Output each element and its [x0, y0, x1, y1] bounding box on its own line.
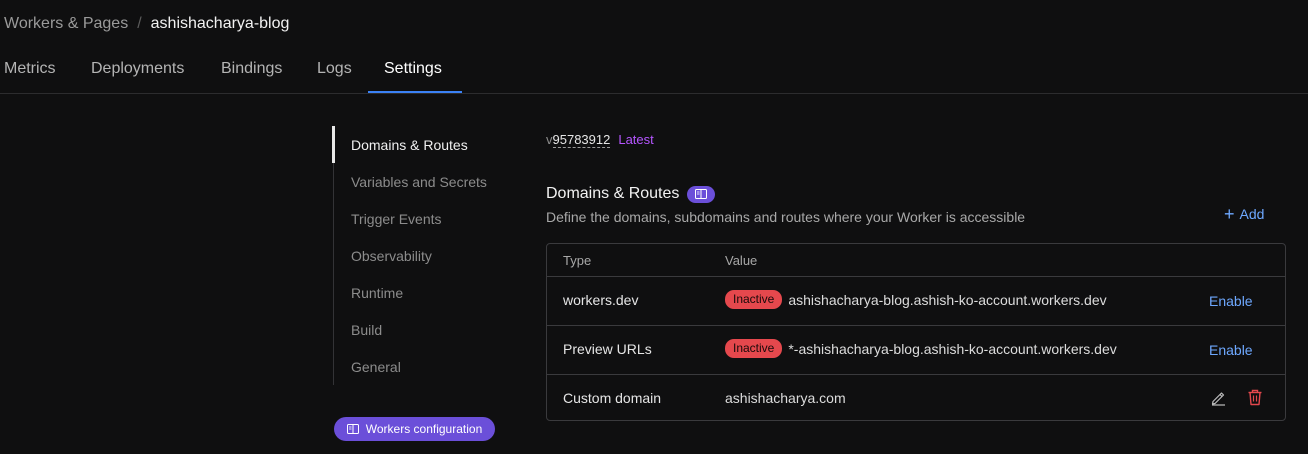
- delete-custom-domain-button[interactable]: [1247, 389, 1263, 406]
- status-badge: Inactive: [725, 339, 783, 358]
- tab-metrics[interactable]: Metrics: [4, 60, 56, 78]
- active-tab-indicator: [368, 91, 462, 93]
- row-value-text: *-ashishacharya-blog.ashish-ko-account.w…: [788, 340, 1117, 357]
- docs-badge[interactable]: [687, 185, 716, 203]
- book-icon: [695, 189, 708, 199]
- tab-deployments[interactable]: Deployments: [91, 60, 184, 78]
- row-type: Custom domain: [563, 390, 662, 406]
- sidenav-item-variables-secrets[interactable]: Variables and Secrets: [351, 174, 487, 190]
- tab-logs[interactable]: Logs: [317, 60, 352, 78]
- row-value: ashishacharya.com: [725, 390, 846, 406]
- pencil-icon: [1211, 392, 1225, 406]
- column-header-value: Value: [725, 253, 758, 268]
- trash-icon: [1248, 389, 1262, 406]
- sidenav-item-runtime[interactable]: Runtime: [351, 285, 403, 301]
- section-description: Define the domains, subdomains and route…: [546, 209, 1026, 225]
- status-badge: Inactive: [725, 290, 783, 309]
- breadcrumb: Workers & Pages / ashishacharya-blog: [4, 15, 289, 33]
- row-type: Preview URLs: [563, 341, 652, 357]
- sidenav-item-build[interactable]: Build: [351, 322, 382, 338]
- enable-preview-urls-button[interactable]: Enable: [1209, 342, 1253, 358]
- breadcrumb-workers-pages-link[interactable]: Workers & Pages: [4, 15, 128, 33]
- sidenav-item-domains-routes[interactable]: Domains & Routes: [351, 137, 468, 153]
- table-row-workers-dev: workers.dev Inactive ashishacharya-blog.…: [547, 277, 1285, 326]
- version-id[interactable]: 95783912: [552, 132, 611, 148]
- tab-settings[interactable]: Settings: [384, 60, 442, 78]
- table-header: Type Value: [547, 244, 1285, 277]
- section-heading: Domains & Routes: [546, 185, 716, 203]
- breadcrumb-separator: /: [137, 15, 142, 32]
- edit-custom-domain-button[interactable]: [1210, 389, 1227, 406]
- row-value: Inactive ashishacharya-blog.ashish-ko-ac…: [725, 290, 1107, 309]
- sidenav-active-indicator: [332, 126, 335, 163]
- version-info: v 95783912 Latest: [546, 132, 654, 148]
- row-value: Inactive *-ashishacharya-blog.ashish-ko-…: [725, 339, 1117, 358]
- settings-sidenav: Domains & Routes Variables and Secrets T…: [332, 126, 513, 385]
- version-latest-tag: Latest: [618, 132, 654, 147]
- domains-routes-table: Type Value workers.dev Inactive ashishac…: [546, 243, 1286, 421]
- section-title: Domains & Routes: [546, 185, 680, 202]
- row-value-text: ashishacharya-blog.ashish-ko-account.wor…: [788, 291, 1107, 308]
- add-label: Add: [1239, 206, 1265, 222]
- tab-bar: Metrics Deployments Bindings Logs Settin…: [0, 48, 1308, 94]
- table-row-preview-urls: Preview URLs Inactive *-ashishacharya-bl…: [547, 326, 1285, 375]
- column-header-type: Type: [563, 253, 592, 268]
- row-type: workers.dev: [563, 292, 639, 308]
- sidenav-item-general[interactable]: General: [351, 359, 401, 375]
- sidenav-item-observability[interactable]: Observability: [351, 248, 432, 264]
- enable-workers-dev-button[interactable]: Enable: [1209, 293, 1253, 309]
- tab-bindings[interactable]: Bindings: [221, 60, 282, 78]
- table-row-custom-domain: Custom domain ashishacharya.com: [547, 375, 1285, 420]
- sidenav-item-trigger-events[interactable]: Trigger Events: [351, 211, 442, 227]
- workers-configuration-label: Workers configuration: [365, 422, 483, 436]
- add-route-button[interactable]: + Add: [1224, 204, 1265, 224]
- book-icon: [346, 424, 359, 434]
- workers-configuration-button[interactable]: Workers configuration: [334, 417, 495, 441]
- plus-icon: +: [1224, 204, 1235, 224]
- row-value-text: ashishacharya.com: [725, 390, 846, 406]
- breadcrumb-current-worker: ashishacharya-blog: [150, 15, 290, 32]
